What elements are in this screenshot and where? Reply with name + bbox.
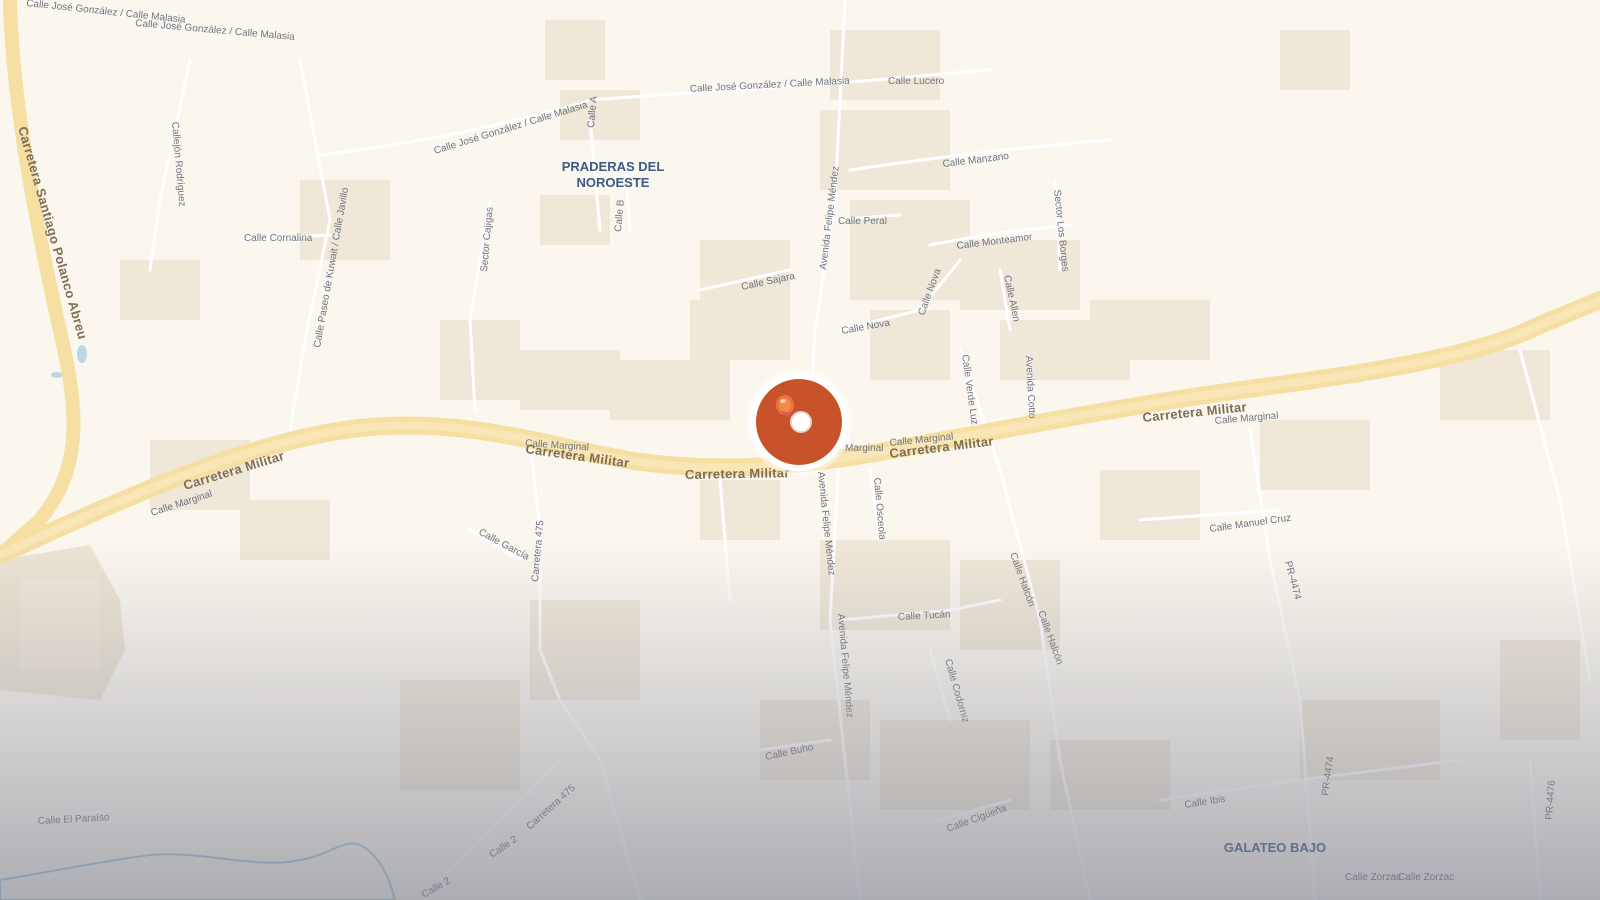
street-label: Calle Lucero: [888, 76, 945, 87]
street-label: Calle Zorzac: [1398, 872, 1454, 883]
street-label: Calle Peral: [838, 216, 887, 227]
neighborhood-label: PRADERAS DEL: [562, 159, 665, 174]
street-label: Calle Zorzac: [1345, 872, 1401, 883]
neighborhood-label: GALATEO BAJO: [1224, 840, 1326, 855]
location-marker[interactable]: [750, 373, 848, 471]
pond: [77, 345, 87, 363]
marker-center-dot: [790, 411, 812, 433]
street-label: Calle Cornalina: [244, 233, 313, 244]
pond: [51, 372, 63, 378]
neighborhood-label: NOROESTE: [577, 175, 650, 190]
marker-disc: [756, 379, 842, 465]
street-label: Marginal: [845, 443, 883, 454]
highway-label: Carretera Militar: [685, 465, 790, 482]
